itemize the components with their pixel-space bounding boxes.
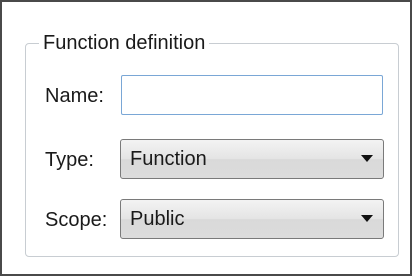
scope-select[interactable]: Public (120, 199, 384, 239)
name-input[interactable] (121, 75, 383, 115)
dialog-frame: Function definition Name: Type: Function… (0, 0, 412, 276)
type-label: Type: (45, 149, 94, 171)
scope-label: Scope: (45, 209, 108, 231)
scope-select-value: Public (130, 208, 185, 230)
group-title: Function definition (39, 31, 210, 55)
chevron-down-icon (361, 155, 373, 162)
chevron-down-icon (361, 215, 373, 222)
type-select-value: Function (130, 148, 207, 170)
type-select[interactable]: Function (120, 139, 384, 179)
name-label: Name: (45, 85, 104, 107)
